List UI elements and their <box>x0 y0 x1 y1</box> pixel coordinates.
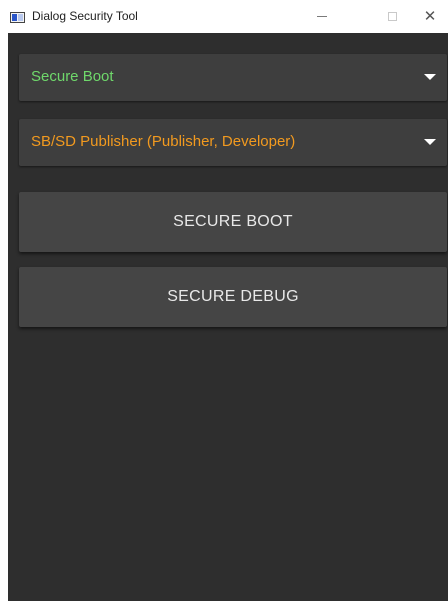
secure-boot-button-label: SECURE BOOT <box>173 213 293 230</box>
minimize-button[interactable] <box>299 0 345 33</box>
close-icon: ✕ <box>423 7 437 25</box>
chevron-down-icon <box>424 74 436 80</box>
mode-dropdown-value: Secure Boot <box>31 68 114 85</box>
main-panel: Secure Boot SB/SD Publisher (Publisher, … <box>8 33 448 601</box>
secure-debug-button-label: SECURE DEBUG <box>167 288 299 305</box>
title-bar[interactable]: Dialog Security Tool ✕ <box>0 0 448 33</box>
maximize-icon <box>387 12 397 21</box>
secure-boot-button[interactable]: SECURE BOOT <box>19 192 447 252</box>
role-dropdown-value: SB/SD Publisher (Publisher, Developer) <box>31 133 296 150</box>
mode-dropdown[interactable]: Secure Boot <box>19 54 447 101</box>
maximize-button[interactable] <box>369 0 415 33</box>
app-window: Dialog Security Tool ✕ Secure Boot SB/SD… <box>0 0 448 601</box>
secure-debug-button[interactable]: SECURE DEBUG <box>19 267 447 327</box>
window-title: Dialog Security Tool <box>32 9 138 23</box>
app-window-icon <box>10 12 25 23</box>
close-button[interactable]: ✕ <box>412 0 448 33</box>
minimize-icon <box>317 16 327 17</box>
chevron-down-icon <box>424 139 436 145</box>
role-dropdown[interactable]: SB/SD Publisher (Publisher, Developer) <box>19 119 447 166</box>
